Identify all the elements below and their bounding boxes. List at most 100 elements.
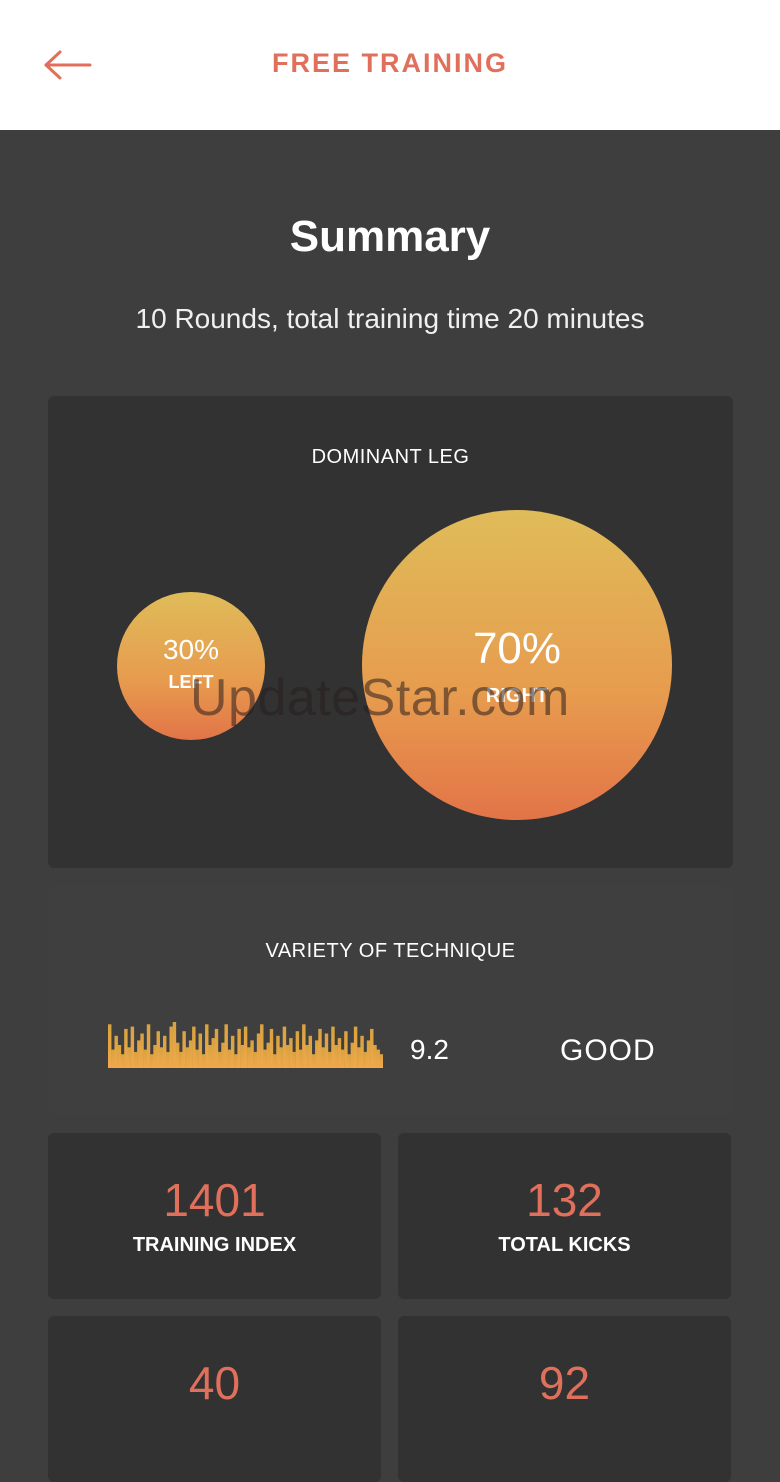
variety-title: VARIETY OF TECHNIQUE bbox=[265, 940, 516, 962]
dominant-leg-title: DOMINANT LEG bbox=[311, 446, 470, 468]
stat-value: 92 bbox=[538, 1357, 591, 1409]
variety-bar bbox=[263, 1049, 267, 1068]
variety-bar bbox=[266, 1042, 270, 1068]
variety-bar bbox=[201, 1054, 206, 1068]
variety-bar bbox=[143, 1049, 148, 1068]
variety-bar bbox=[163, 1035, 167, 1068]
variety-bar bbox=[130, 1026, 135, 1068]
variety-bar bbox=[376, 1049, 380, 1068]
variety-bar bbox=[315, 1040, 319, 1068]
variety-bar bbox=[253, 1051, 258, 1068]
variety-bar bbox=[185, 1047, 190, 1068]
variety-bar bbox=[108, 1024, 112, 1068]
right-leg-percent: 70% bbox=[472, 624, 562, 673]
variety-bar bbox=[227, 1049, 232, 1068]
variety-bar bbox=[247, 1047, 251, 1068]
variety-rating: GOOD bbox=[560, 1034, 656, 1067]
variety-bar bbox=[256, 1033, 261, 1068]
stat-tile: 40 bbox=[48, 1316, 381, 1482]
variety-bar bbox=[127, 1047, 131, 1068]
variety-bar bbox=[347, 1054, 351, 1068]
variety-bar bbox=[363, 1051, 368, 1068]
variety-bar bbox=[153, 1045, 157, 1068]
variety-bar bbox=[379, 1054, 383, 1068]
variety-bar bbox=[188, 1040, 193, 1068]
variety-card: VARIETY OF TECHNIQUE 9.2 GOOD bbox=[48, 886, 733, 1114]
variety-bar bbox=[308, 1035, 313, 1068]
dominant-leg-card: DOMINANT LEG 30% LEFT 70% RIGHT bbox=[48, 396, 733, 868]
variety-bar bbox=[230, 1035, 235, 1068]
variety-bar bbox=[218, 1051, 222, 1068]
variety-bar bbox=[318, 1028, 322, 1068]
stat-label: TRAINING INDEX bbox=[132, 1234, 297, 1256]
variety-bar bbox=[111, 1049, 115, 1068]
variety-score: 9.2 bbox=[410, 1034, 449, 1065]
left-leg-percent: 30% bbox=[162, 634, 220, 665]
variety-bar bbox=[243, 1026, 248, 1068]
variety-bar bbox=[350, 1042, 355, 1068]
variety-bar bbox=[146, 1024, 151, 1068]
variety-bar bbox=[292, 1051, 296, 1068]
variety-bar bbox=[250, 1040, 254, 1068]
variety-bar bbox=[137, 1040, 141, 1068]
variety-bar bbox=[298, 1049, 303, 1068]
variety-bar bbox=[360, 1035, 364, 1068]
variety-bar bbox=[117, 1045, 122, 1068]
variety-bar bbox=[192, 1026, 196, 1068]
summary-title: Summary bbox=[289, 212, 491, 261]
variety-bar bbox=[198, 1033, 203, 1068]
summary-subtitle: 10 Rounds, total training time 20 minute… bbox=[135, 303, 645, 334]
stat-tile: 92 bbox=[398, 1316, 731, 1482]
variety-bar bbox=[302, 1024, 306, 1068]
variety-bar bbox=[133, 1051, 138, 1068]
stat-value: 1401 bbox=[163, 1174, 266, 1226]
variety-bar bbox=[205, 1024, 209, 1068]
variety-bar bbox=[279, 1047, 283, 1068]
variety-bar bbox=[195, 1049, 199, 1068]
variety-bar bbox=[366, 1040, 371, 1068]
watermark: UpdateStar.com bbox=[190, 669, 570, 727]
variety-bar bbox=[120, 1054, 125, 1068]
variety-bar bbox=[340, 1049, 345, 1068]
variety-bar bbox=[156, 1031, 160, 1068]
variety-bar bbox=[234, 1054, 238, 1068]
variety-bar bbox=[214, 1028, 219, 1068]
page-title: FREE TRAINING bbox=[271, 48, 508, 78]
variety-bar bbox=[124, 1028, 128, 1068]
variety-bar bbox=[289, 1038, 293, 1068]
variety-bar bbox=[260, 1024, 264, 1068]
variety-bar bbox=[305, 1045, 309, 1068]
stat-value: 132 bbox=[526, 1174, 603, 1226]
app-header: FREE TRAINING bbox=[0, 0, 780, 130]
stat-label: TOTAL KICKS bbox=[498, 1234, 631, 1256]
variety-bar bbox=[114, 1035, 118, 1068]
stat-tile-training-index: 1401 TRAINING INDEX bbox=[48, 1133, 381, 1299]
variety-bar bbox=[334, 1045, 338, 1068]
variety-bar bbox=[331, 1026, 335, 1068]
variety-bar bbox=[237, 1028, 241, 1068]
variety-bar bbox=[311, 1054, 316, 1068]
variety-bar bbox=[370, 1028, 374, 1068]
variety-bar bbox=[182, 1031, 186, 1068]
stat-tile-total-kicks: 132 TOTAL KICKS bbox=[398, 1133, 731, 1299]
variety-bar bbox=[321, 1047, 325, 1068]
variety-bar bbox=[224, 1024, 228, 1068]
variety-bar bbox=[285, 1045, 290, 1068]
variety-bar bbox=[169, 1026, 173, 1068]
variety-bar bbox=[295, 1031, 300, 1068]
variety-bar bbox=[328, 1051, 332, 1068]
variety-bar-graph bbox=[108, 1022, 383, 1068]
variety-bar bbox=[337, 1038, 342, 1068]
variety-bar bbox=[208, 1045, 212, 1068]
right-leg-circle: 70% RIGHT bbox=[362, 510, 672, 820]
variety-bar bbox=[276, 1035, 280, 1068]
variety-bar bbox=[357, 1047, 361, 1068]
variety-bar bbox=[172, 1022, 177, 1068]
stat-value: 40 bbox=[188, 1357, 241, 1409]
variety-bar bbox=[150, 1054, 154, 1068]
variety-bar bbox=[159, 1047, 164, 1068]
variety-bar bbox=[373, 1045, 377, 1068]
variety-bar bbox=[140, 1033, 144, 1068]
variety-bar bbox=[166, 1051, 170, 1068]
variety-bar bbox=[282, 1026, 287, 1068]
